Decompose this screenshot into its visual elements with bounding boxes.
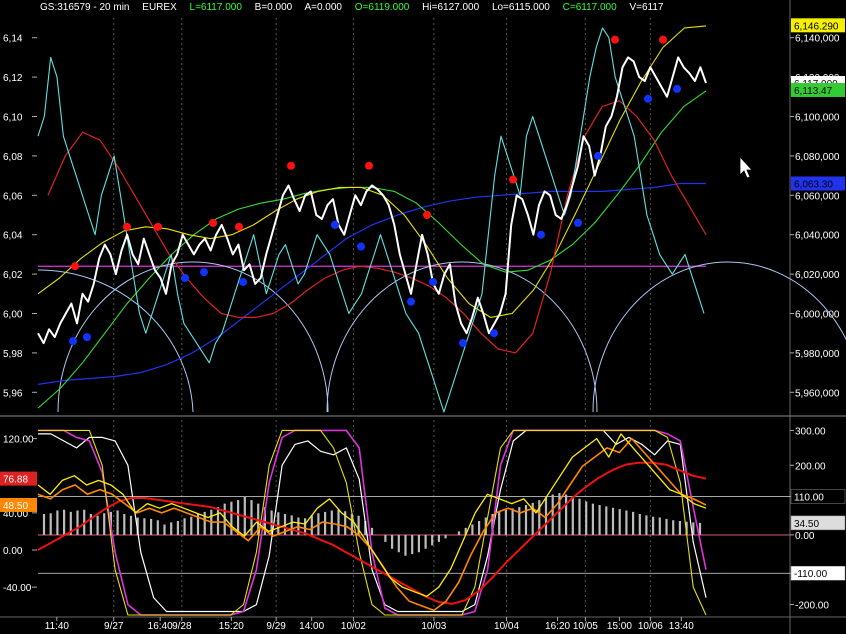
price-tick-right: 5,980,000 bbox=[795, 349, 840, 360]
osc-tick-right: 200.00 bbox=[795, 461, 826, 472]
blue-marker bbox=[594, 151, 602, 160]
price-panel[interactable]: 6,14 6,12 6,10 6,08 6,06 6,04 6,02 6,00 5,98 5,96… bbox=[0, 0, 846, 634]
time-tick-label: 9/29 bbox=[266, 621, 286, 632]
last-price: L=6117.000 bbox=[189, 2, 242, 13]
volume-label: V=6117 bbox=[629, 2, 664, 13]
osc-tick-left: 0.00 bbox=[3, 546, 23, 557]
osc-right-badge-label: 34.50 bbox=[794, 519, 819, 530]
series-yellow bbox=[37, 25, 707, 318]
price-tick-right: 6,040,000 bbox=[795, 231, 840, 242]
blue-marker bbox=[644, 94, 652, 103]
price-tick-left: 5,98 bbox=[3, 349, 23, 360]
blue-marker bbox=[537, 230, 545, 239]
red-marker bbox=[209, 218, 217, 227]
osc-tick-right: 300.00 bbox=[795, 426, 826, 437]
blue-marker bbox=[239, 277, 247, 286]
time-tick-label: 14:00 bbox=[299, 621, 324, 632]
open-price: O=6119.000 bbox=[354, 2, 410, 13]
price-tick-left: 6,06 bbox=[3, 191, 23, 202]
blue-marker bbox=[407, 297, 415, 306]
time-tick-label: 11:40 bbox=[45, 621, 70, 632]
time-tick-label: 15:20 bbox=[219, 621, 244, 632]
series-blue bbox=[37, 182, 706, 385]
red-marker bbox=[423, 211, 431, 219]
red-marker bbox=[365, 161, 373, 170]
cycle-arc-left bbox=[37, 269, 194, 413]
price-tick-left: 6,14 bbox=[3, 34, 23, 45]
blue-marker bbox=[181, 274, 189, 283]
price-badge-label: 6,063.30 bbox=[794, 179, 833, 190]
price-badge-label: 6,146.290 bbox=[794, 21, 839, 32]
blue-marker bbox=[200, 268, 208, 277]
chart-header: GS:316579 - 20 min EUREX L=6117.000 B=0.… bbox=[40, 2, 673, 16]
osc-tick-left: -40.00 bbox=[3, 583, 32, 594]
osc-tick-right: 0.00 bbox=[795, 531, 815, 542]
time-tick-label: 10/06 bbox=[638, 621, 663, 632]
red-marker bbox=[71, 262, 79, 271]
blue-marker bbox=[331, 220, 339, 229]
time-tick-label: 9/27 bbox=[104, 621, 124, 632]
price-tick-left: 6,02 bbox=[3, 270, 23, 281]
time-tick-label: 16:40 bbox=[148, 621, 173, 632]
time-tick-label: 10/05 bbox=[573, 621, 598, 632]
time-tick-label: 10/04 bbox=[494, 621, 519, 632]
price-tick-left: 6,08 bbox=[3, 152, 23, 163]
time-tick-label: 10/03 bbox=[421, 621, 446, 632]
price-tick-left: 6,12 bbox=[3, 73, 23, 84]
price-tick-right: 6,100,000 bbox=[795, 113, 840, 124]
osc-left-badge-label: 76.88 bbox=[3, 475, 28, 486]
price-tick-left: 6,04 bbox=[3, 231, 23, 242]
ask-price: A=0.000 bbox=[304, 2, 342, 13]
time-tick-label: 10/02 bbox=[341, 621, 366, 632]
osc-right-badge-label: 110.00 bbox=[794, 493, 824, 504]
series-cyan bbox=[37, 27, 705, 413]
osc-tick-right: -200.00 bbox=[795, 601, 829, 612]
symbol-label: GS:316579 - 20 min bbox=[40, 2, 130, 13]
price-badge-label: 6,113.47 bbox=[794, 86, 833, 97]
price-tick-right: 6,140,000 bbox=[795, 34, 840, 45]
osc-right-badge-label: -110.00 bbox=[794, 569, 828, 580]
blue-marker bbox=[673, 84, 681, 93]
blue-marker bbox=[490, 329, 498, 338]
price-tick-left: 6,10 bbox=[3, 113, 23, 124]
price-tick-right: 6,080,000 bbox=[795, 152, 840, 163]
red-marker bbox=[154, 222, 162, 231]
series-green bbox=[37, 90, 707, 409]
price-tick-right: 6,000,000 bbox=[795, 310, 840, 321]
blue-marker bbox=[69, 337, 77, 346]
time-tick-label: 16:20 bbox=[545, 621, 570, 632]
red-marker bbox=[611, 35, 619, 44]
close-price: C=6117.000 bbox=[562, 2, 617, 13]
price-tick-right: 6,020,000 bbox=[795, 270, 840, 281]
high-price: Hi=6127.000 bbox=[422, 2, 480, 13]
exchange-label: EUREX bbox=[142, 2, 177, 13]
blue-marker bbox=[459, 339, 467, 348]
red-marker bbox=[509, 175, 517, 184]
red-marker bbox=[287, 161, 295, 170]
price-tick-left: 5,96 bbox=[3, 388, 23, 399]
blue-marker bbox=[357, 242, 365, 251]
price-tick-left: 6,00 bbox=[3, 310, 23, 321]
bid-price: B=0.000 bbox=[254, 2, 293, 13]
time-tick-label: 9/28 bbox=[172, 621, 192, 632]
time-tick-label: 15:00 bbox=[607, 621, 632, 632]
low-price: Lo=6115.000 bbox=[491, 2, 550, 13]
red-marker bbox=[235, 222, 243, 231]
blue-marker bbox=[574, 218, 582, 227]
red-marker bbox=[123, 222, 131, 231]
chart-canvas: 6,14 6,12 6,10 6,08 6,06 6,04 6,02 6,00 5,98 5,96… bbox=[0, 0, 846, 634]
price-tick-right: 5,960,000 bbox=[795, 388, 840, 399]
red-marker bbox=[659, 35, 667, 44]
blue-marker bbox=[429, 277, 437, 286]
osc-left-badge-label: 48.50 bbox=[3, 501, 28, 512]
mouse-cursor-icon bbox=[739, 155, 753, 179]
time-tick-label: 13:40 bbox=[669, 621, 694, 632]
blue-marker bbox=[83, 333, 91, 342]
oscillator-panel[interactable]: 120.0080.0040.000.00-40.00300.00200.0011… bbox=[0, 420, 846, 616]
price-tick-right: 6,060,000 bbox=[795, 191, 840, 202]
osc-tick-left: 120.00 bbox=[3, 435, 34, 446]
